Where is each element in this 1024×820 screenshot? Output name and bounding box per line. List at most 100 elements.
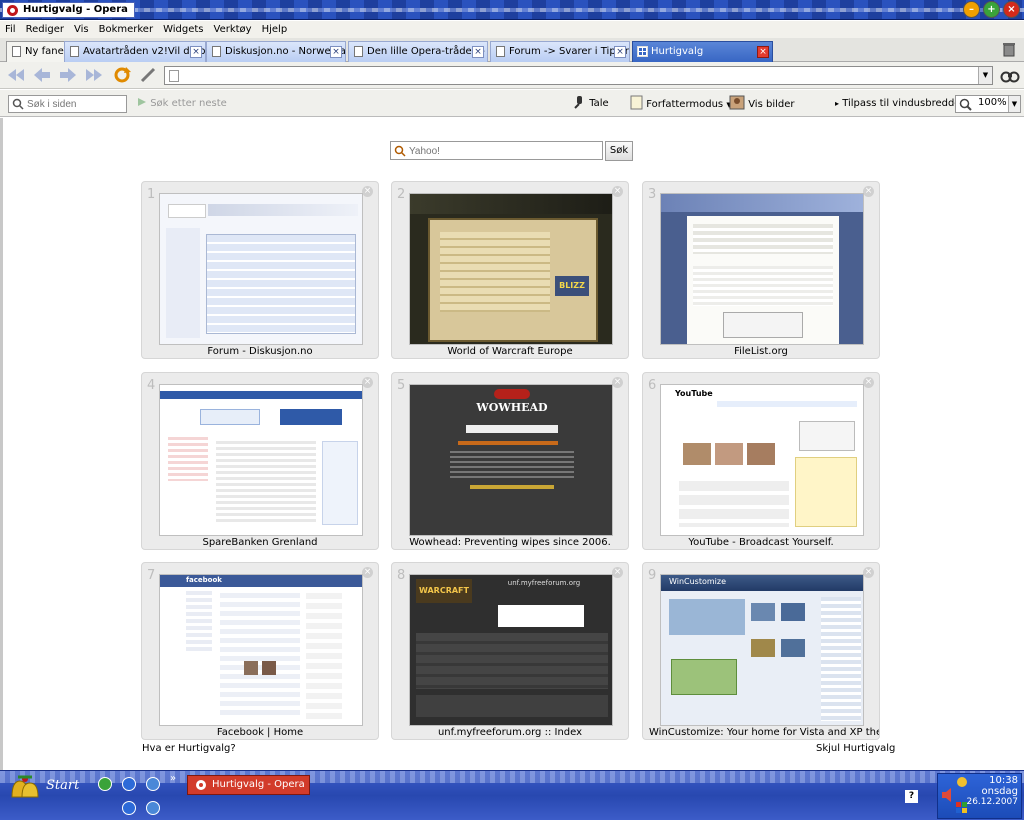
new-tab-button[interactable]: Ny fane bbox=[6, 41, 72, 62]
close-tab-icon[interactable]: × bbox=[757, 46, 769, 58]
help-icon[interactable]: ? bbox=[905, 790, 918, 803]
menu-edit[interactable]: Rediger bbox=[21, 24, 69, 35]
close-tab-icon[interactable]: × bbox=[614, 46, 626, 58]
fit-width-icon: ▸ bbox=[835, 99, 840, 108]
site-logo bbox=[200, 409, 260, 425]
close-window-button[interactable]: × bbox=[1003, 1, 1020, 18]
minimize-button[interactable]: – bbox=[963, 1, 980, 18]
close-tab-icon[interactable]: × bbox=[330, 46, 342, 58]
christmas-bells-icon bbox=[11, 775, 39, 798]
find-in-page-input[interactable] bbox=[27, 97, 123, 111]
close-dial-icon[interactable]: × bbox=[612, 377, 623, 388]
binoculars-icon[interactable] bbox=[1000, 65, 1020, 85]
speed-dial-4[interactable]: 4 × SpareBanken Grenland bbox=[141, 372, 379, 550]
trash-icon[interactable] bbox=[1002, 41, 1016, 57]
author-mode-button[interactable]: Forfattermodus ▼ bbox=[630, 95, 732, 113]
taskbar-opera-window[interactable]: Hurtigvalg - Opera bbox=[187, 775, 310, 795]
rewind-icon[interactable] bbox=[6, 66, 26, 84]
thumb-text bbox=[693, 224, 833, 254]
thumb-skin bbox=[751, 603, 775, 621]
speed-dial-6[interactable]: 6 × YouTube YouTube - Broadcast Yourself… bbox=[642, 372, 880, 550]
what-is-speed-dial-link[interactable]: Hva er Hurtigvalg? bbox=[142, 743, 236, 754]
address-dropdown-icon[interactable]: ▼ bbox=[978, 67, 992, 84]
close-dial-icon[interactable]: × bbox=[863, 377, 874, 388]
search-icon bbox=[394, 145, 406, 157]
clock-time[interactable]: 10:38 bbox=[938, 775, 1018, 786]
speed-dial-1[interactable]: 1 × Forum - Diskusjon.no bbox=[141, 181, 379, 359]
page-icon bbox=[496, 46, 505, 57]
quicklaunch-icon[interactable] bbox=[98, 777, 112, 791]
menu-help[interactable]: Hjelp bbox=[257, 24, 293, 35]
tray-app-icon[interactable] bbox=[956, 776, 968, 788]
speed-dial-8[interactable]: 8 × WARCRAFT unf.myfreeforum.org unf.myf… bbox=[391, 562, 629, 740]
yahoo-search-field[interactable] bbox=[390, 141, 603, 160]
warcraft-logo: WARCRAFT bbox=[416, 579, 472, 603]
thumb-feed bbox=[220, 593, 300, 719]
forward-icon[interactable] bbox=[58, 66, 78, 84]
windows-flag-icon[interactable] bbox=[956, 802, 968, 814]
maximize-button[interactable]: + bbox=[983, 1, 1000, 18]
page-icon bbox=[70, 46, 79, 57]
address-bar[interactable]: ▼ bbox=[164, 66, 993, 85]
reload-icon[interactable] bbox=[112, 66, 132, 84]
quicklaunch-icon[interactable] bbox=[146, 801, 160, 815]
dial-title: World of Warcraft Europe bbox=[447, 346, 573, 357]
close-dial-icon[interactable]: × bbox=[362, 377, 373, 388]
speed-dial-5[interactable]: 5 × WOWHEAD Wowhead: Preventing wipes si… bbox=[391, 372, 629, 550]
thumb-text bbox=[216, 441, 316, 525]
menu-file[interactable]: Fil bbox=[0, 24, 21, 35]
tab-forum-tipstr[interactable]: Forum -> Svarer i Tipstr... × bbox=[490, 41, 630, 62]
edit-pencil-icon[interactable] bbox=[138, 66, 158, 84]
tab-diskusjon[interactable]: Diskusjon.no - Norwegian... × bbox=[206, 41, 346, 62]
back-icon[interactable] bbox=[32, 66, 52, 84]
speed-dial-7[interactable]: 7 × facebook Facebook | Home bbox=[141, 562, 379, 740]
zoom-dropdown-icon[interactable]: ▼ bbox=[1008, 96, 1020, 112]
fast-forward-icon[interactable] bbox=[84, 66, 104, 84]
search-button[interactable]: Søk bbox=[605, 141, 633, 161]
address-input[interactable] bbox=[183, 68, 973, 83]
thumb-badge: BLIZZ bbox=[555, 276, 589, 296]
close-dial-icon[interactable]: × bbox=[362, 567, 373, 578]
menu-bookmarks[interactable]: Bokmerker bbox=[94, 24, 158, 35]
tab-hurtigvalg[interactable]: Hurtigvalg × bbox=[632, 41, 773, 62]
page-icon bbox=[169, 70, 179, 82]
yahoo-search-input[interactable] bbox=[409, 144, 599, 158]
start-button[interactable]: Start bbox=[2, 773, 84, 801]
close-dial-icon[interactable]: × bbox=[863, 186, 874, 197]
tab-avatartraden[interactable]: Avatartråden v2!Vil du b... × bbox=[64, 41, 206, 62]
fit-to-width-button[interactable]: ▸ Tilpass til vindusbredden bbox=[835, 95, 967, 113]
speed-dial-2[interactable]: 2 × BLIZZ World of Warcraft Europe bbox=[391, 181, 629, 359]
find-in-page-field[interactable] bbox=[8, 95, 127, 113]
quicklaunch-chevron-icon[interactable]: » bbox=[170, 773, 176, 784]
speed-dial-9[interactable]: 9 × WinCustomize WinCustomize: Your home… bbox=[642, 562, 880, 740]
thumb-video bbox=[715, 443, 743, 465]
find-next-button[interactable]: Søk etter neste bbox=[137, 95, 227, 113]
speech-button[interactable]: Tale bbox=[572, 95, 609, 113]
menu-widgets[interactable]: Widgets bbox=[158, 24, 208, 35]
menu-tools[interactable]: Verktøy bbox=[209, 24, 257, 35]
tab-bar: Ny fane Avatartråden v2!Vil du b... × Di… bbox=[0, 38, 1024, 62]
close-tab-icon[interactable]: × bbox=[190, 46, 202, 58]
hide-speed-dial-link[interactable]: Skjul Hurtigvalg bbox=[816, 743, 895, 754]
quicklaunch-icon[interactable] bbox=[122, 777, 136, 791]
site-logo bbox=[168, 204, 206, 218]
menu-bar: Fil Rediger Vis Bokmerker Widgets Verktø… bbox=[0, 21, 1024, 38]
volume-icon[interactable] bbox=[942, 788, 952, 802]
tab-label: Avatartråden v2!Vil du b... bbox=[83, 46, 206, 57]
thumb-header bbox=[208, 204, 358, 216]
menu-view[interactable]: Vis bbox=[69, 24, 94, 35]
close-dial-icon[interactable]: × bbox=[612, 567, 623, 578]
dial-thumbnail bbox=[159, 384, 363, 536]
thumb-login bbox=[799, 421, 855, 451]
zoom-control[interactable]: 100% ▼ bbox=[955, 95, 1021, 113]
close-dial-icon[interactable]: × bbox=[362, 186, 373, 197]
quicklaunch-icon[interactable] bbox=[122, 801, 136, 815]
close-tab-icon[interactable]: × bbox=[472, 46, 484, 58]
close-dial-icon[interactable]: × bbox=[863, 567, 874, 578]
window-title-text: Hurtigvalg - Opera bbox=[23, 4, 128, 15]
quicklaunch-icon[interactable] bbox=[146, 777, 160, 791]
show-images-button[interactable]: Vis bilder bbox=[729, 95, 795, 113]
speed-dial-3[interactable]: 3 × FileList.org bbox=[642, 181, 880, 359]
close-dial-icon[interactable]: × bbox=[612, 186, 623, 197]
tab-opera-traden[interactable]: Den lille Opera-tråden - ... × bbox=[348, 41, 488, 62]
